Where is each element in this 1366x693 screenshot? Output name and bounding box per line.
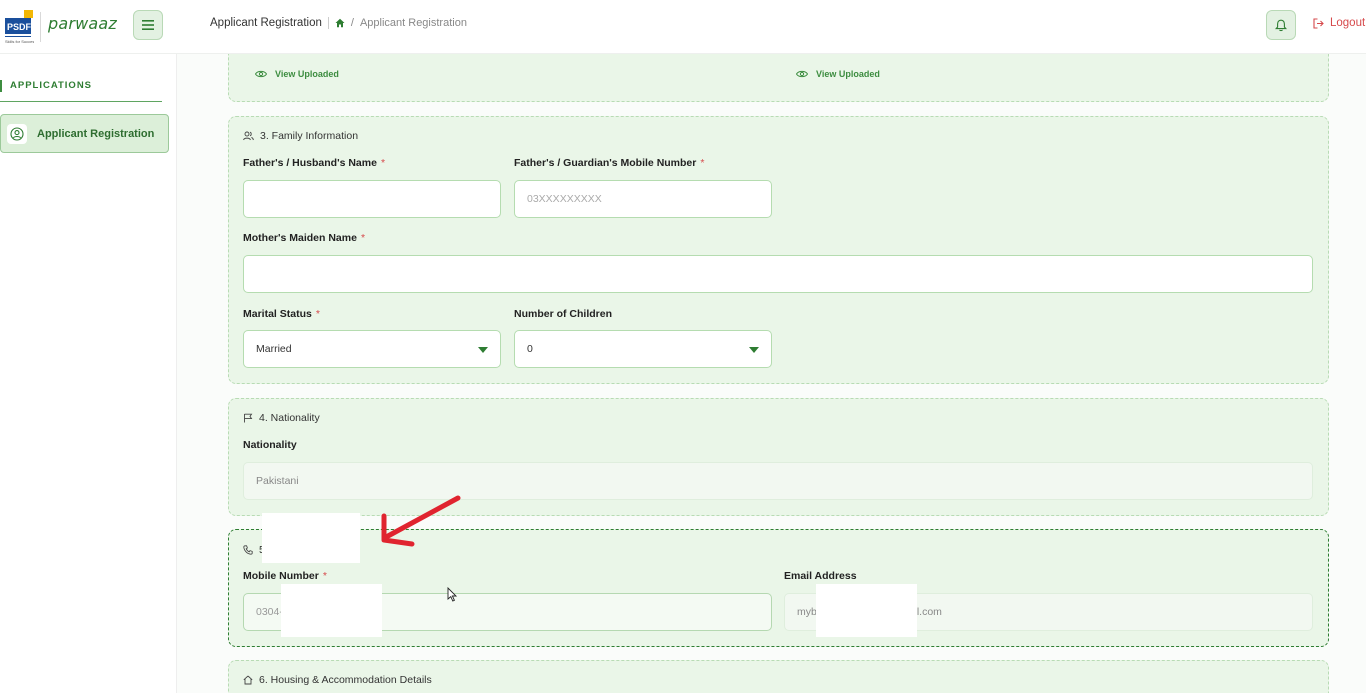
- psde-logo: PSDF Skills for Success: [5, 10, 34, 44]
- father-name-input[interactable]: [243, 180, 501, 218]
- flag-icon: [244, 413, 253, 423]
- notifications-button[interactable]: [1266, 10, 1296, 40]
- breadcrumb-separator: /: [350, 17, 354, 29]
- user-circle-icon: [7, 123, 27, 144]
- marital-status-select[interactable]: Married: [243, 330, 501, 368]
- sidebar-item-applicant-registration[interactable]: Applicant Registration: [0, 114, 169, 153]
- parwaaz-logo: parwaaz: [48, 14, 118, 33]
- documents-section: [228, 54, 1329, 102]
- eye-icon: [796, 70, 808, 78]
- svg-text:Skills for Success: Skills for Success: [5, 39, 34, 44]
- redaction-mask: [281, 584, 382, 637]
- guardian-mobile-label: Father's / Guardian's Mobile Number *: [514, 157, 705, 169]
- breadcrumb-divider: [327, 17, 329, 29]
- annotation-arrow: [381, 495, 461, 547]
- breadcrumb: Applicant Registration / Applicant Regis…: [210, 17, 467, 29]
- mobile-number-label: Mobile Number *: [243, 570, 327, 582]
- page-title: Applicant Registration: [210, 17, 322, 29]
- logout-label: Logout: [1330, 17, 1366, 29]
- redaction-mask: [816, 584, 917, 637]
- users-icon: [243, 131, 254, 141]
- housing-section-title: 6. Housing & Accommodation Details: [243, 674, 432, 686]
- mother-name-label: Mother's Maiden Name *: [243, 232, 366, 244]
- mother-name-input[interactable]: [243, 255, 1313, 293]
- marital-status-label: Marital Status *: [243, 308, 320, 320]
- nationality-section-title-text: 4. Nationality: [259, 412, 320, 424]
- view-uploaded-label-1: View Uploaded: [275, 69, 339, 79]
- sidebar-section-heading: APPLICATIONS: [0, 74, 162, 102]
- sidebar-heading-text: APPLICATIONS: [10, 80, 93, 91]
- logo-divider: [40, 12, 41, 42]
- children-count-label: Number of Children: [514, 308, 613, 320]
- sidebar-heading-accent: [0, 80, 2, 92]
- main-content: View Uploaded View Uploaded 3. Family In…: [177, 54, 1366, 693]
- home-icon[interactable]: [335, 18, 345, 28]
- view-uploaded-link-1[interactable]: View Uploaded: [255, 69, 339, 79]
- sidebar: APPLICATIONS Applicant Registration: [0, 54, 177, 693]
- father-name-label: Father's / Husband's Name *: [243, 157, 386, 169]
- email-address-label: Email Address: [784, 570, 857, 582]
- children-count-select[interactable]: 0: [514, 330, 772, 368]
- phone-icon: [243, 545, 253, 555]
- view-uploaded-label-2: View Uploaded: [816, 69, 880, 79]
- mouse-cursor-icon: [447, 587, 458, 602]
- family-section-title-text: 3. Family Information: [260, 130, 359, 142]
- nationality-section-title: 4. Nationality: [243, 412, 320, 424]
- housing-section-title-text: 6. Housing & Accommodation Details: [259, 674, 432, 686]
- logout-button[interactable]: Logout: [1313, 17, 1365, 29]
- view-uploaded-link-2[interactable]: View Uploaded: [796, 69, 880, 79]
- hamburger-icon: [142, 20, 154, 30]
- svg-text:PSDF: PSDF: [7, 22, 32, 32]
- redaction-mask: [262, 513, 360, 563]
- bell-icon: [1275, 19, 1287, 31]
- breadcrumb-current: Applicant Registration: [359, 17, 467, 29]
- eye-icon: [255, 70, 267, 78]
- home-icon: [243, 675, 253, 685]
- family-section-title: 3. Family Information: [243, 130, 358, 142]
- chevron-down-icon: [478, 347, 488, 353]
- logout-icon: [1313, 17, 1324, 29]
- top-bar: PSDF Skills for Success parwaaz Applican…: [0, 0, 1366, 54]
- menu-toggle-button[interactable]: [133, 10, 163, 40]
- chevron-down-icon: [749, 347, 759, 353]
- nationality-label: Nationality: [243, 439, 297, 451]
- sidebar-item-label: Applicant Registration: [37, 127, 155, 140]
- guardian-mobile-input[interactable]: 03XXXXXXXXX: [514, 180, 772, 218]
